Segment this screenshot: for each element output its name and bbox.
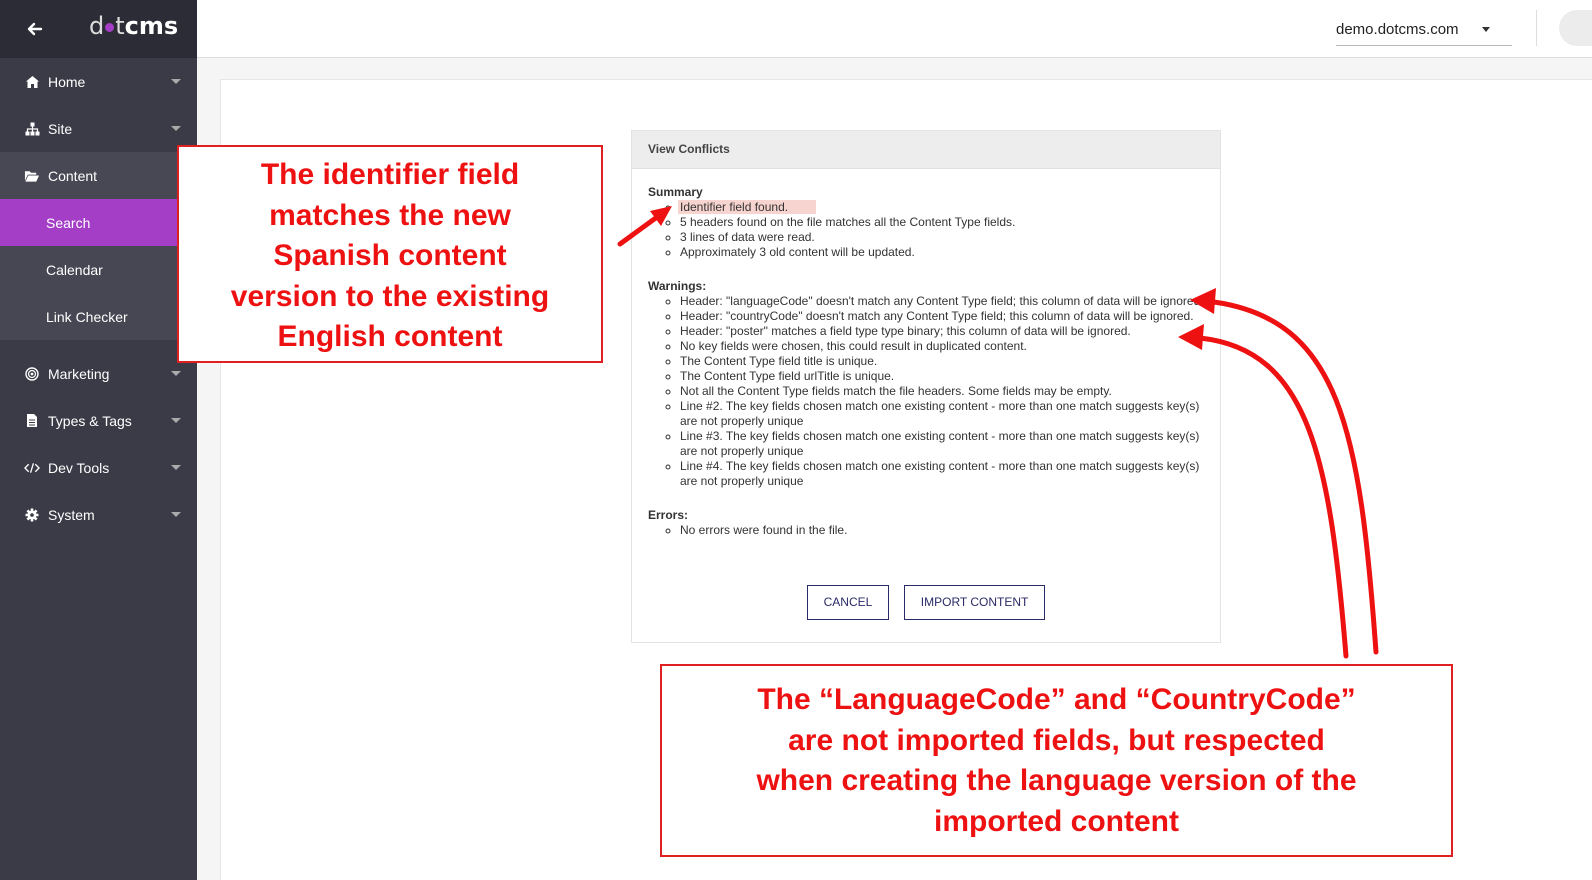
annotation-line: English content bbox=[277, 320, 503, 353]
sidebar-subitem-search[interactable]: Search bbox=[0, 199, 197, 246]
sidebar-item-site[interactable]: Site bbox=[0, 105, 197, 152]
view-conflicts-dialog: View Conflicts Summary Identifier field … bbox=[631, 130, 1221, 643]
sidebar-item-label: Site bbox=[48, 120, 73, 137]
sidebar-nav: Home Site Content Search Calendar Link C… bbox=[0, 58, 197, 538]
list-item: The Content Type field urlTitle is uniqu… bbox=[680, 369, 1204, 384]
gear-icon bbox=[24, 507, 40, 523]
chevron-down-icon bbox=[171, 371, 181, 376]
home-icon bbox=[24, 74, 40, 90]
sidebar-item-label: Content bbox=[48, 167, 98, 184]
errors-title: Errors: bbox=[648, 508, 689, 522]
sidebar-subitem-label: Calendar bbox=[46, 261, 103, 278]
folder-open-icon bbox=[24, 168, 40, 184]
sidebar-item-content[interactable]: Content bbox=[0, 152, 197, 199]
sidebar-header: d tcms bbox=[0, 0, 197, 58]
sidebar-item-label: Types & Tags bbox=[48, 412, 132, 429]
chevron-down-icon bbox=[171, 79, 181, 84]
sidebar-item-marketing[interactable]: Marketing bbox=[0, 350, 197, 397]
annotation-line: Spanish content bbox=[273, 239, 507, 272]
sidebar-item-system[interactable]: System bbox=[0, 491, 197, 538]
chevron-down-icon bbox=[171, 418, 181, 423]
list-item: 5 headers found on the file matches all … bbox=[680, 215, 1204, 230]
list-item: No errors were found in the file. bbox=[680, 523, 1204, 538]
arrow-left-icon[interactable] bbox=[26, 20, 44, 38]
sidebar-submenu-content: Search Calendar Link Checker bbox=[0, 199, 197, 340]
warnings-list: Header: "languageCode" doesn't match any… bbox=[648, 294, 1204, 489]
chevron-down-icon bbox=[1482, 27, 1490, 32]
list-item: Line #3. The key fields chosen match one… bbox=[680, 429, 1204, 459]
annotation-line: are not imported fields, but respected bbox=[788, 723, 1325, 757]
chevron-down-icon bbox=[171, 512, 181, 517]
sidebar-item-label: Dev Tools bbox=[48, 459, 110, 476]
site-selector-value: demo.dotcms.com bbox=[1336, 21, 1459, 38]
errors-list: No errors were found in the file. bbox=[648, 523, 1204, 538]
sidebar: dtcms Home Site Content Search Calendar bbox=[0, 0, 197, 880]
header-divider bbox=[1536, 10, 1537, 46]
summary-title: Summary bbox=[648, 185, 703, 199]
dialog-actions: CANCEL IMPORT CONTENT bbox=[632, 585, 1220, 620]
summary-list: Identifier field found. 5 headers found … bbox=[648, 200, 1204, 260]
annotation-callout-language-country: The “LanguageCode” and “CountryCode” are… bbox=[660, 664, 1453, 857]
list-item: Header: "poster" matches a field type ty… bbox=[680, 324, 1204, 339]
annotation-callout-identifier: The identifier field matches the new Spa… bbox=[177, 145, 603, 363]
list-item: 3 lines of data were read. bbox=[680, 230, 1204, 245]
sidebar-item-home[interactable]: Home bbox=[0, 58, 197, 105]
import-content-button[interactable]: IMPORT CONTENT bbox=[903, 585, 1046, 620]
warnings-title: Warnings: bbox=[648, 279, 707, 293]
list-item: The Content Type field title is unique. bbox=[680, 354, 1204, 369]
site-selector[interactable]: demo.dotcms.com bbox=[1336, 14, 1512, 46]
cancel-button[interactable]: CANCEL bbox=[806, 585, 890, 620]
code-icon bbox=[24, 460, 40, 476]
annotation-line: matches the new bbox=[269, 198, 511, 232]
highlighted-text: Identifier field found. bbox=[678, 200, 817, 214]
annotation-line: version to the existing bbox=[230, 279, 550, 313]
list-item: Not all the Content Type fields match th… bbox=[680, 384, 1204, 399]
top-bar: demo.dotcms.com bbox=[197, 0, 1592, 58]
dotcms-logo: d tcms bbox=[89, 12, 179, 40]
sidebar-item-label: Home bbox=[48, 73, 86, 90]
list-item: No key fields were chosen, this could re… bbox=[680, 339, 1204, 354]
sidebar-item-label: System bbox=[48, 506, 95, 523]
dialog-body: Summary Identifier field found. 5 header… bbox=[632, 169, 1220, 538]
list-item: Approximately 3 old content will be upda… bbox=[680, 245, 1204, 260]
sidebar-subitem-link-checker[interactable]: Link Checker bbox=[0, 293, 197, 340]
sitemap-icon bbox=[24, 121, 40, 137]
annotation-line: when creating the language version of th… bbox=[756, 764, 1357, 797]
list-item: Header: "languageCode" doesn't match any… bbox=[680, 294, 1204, 309]
sidebar-subitem-label: Search bbox=[46, 214, 91, 231]
annotation-line: imported content bbox=[934, 804, 1179, 838]
chevron-down-icon bbox=[171, 126, 181, 131]
list-item: Header: "countryCode" doesn't match any … bbox=[680, 309, 1204, 324]
sidebar-subitem-label: Link Checker bbox=[46, 308, 128, 325]
sidebar-item-dev-tools[interactable]: Dev Tools bbox=[0, 444, 197, 491]
list-item: Identifier field found. bbox=[678, 200, 1204, 215]
chevron-down-icon bbox=[171, 465, 181, 470]
sidebar-item-types-tags[interactable]: Types & Tags bbox=[0, 397, 197, 444]
dialog-title: View Conflicts bbox=[632, 131, 1220, 169]
avatar[interactable] bbox=[1559, 10, 1592, 46]
annotation-line: The identifier field bbox=[260, 158, 520, 191]
file-icon bbox=[24, 413, 40, 429]
annotation-line: The “LanguageCode” and “CountryCode” bbox=[757, 683, 1356, 716]
list-item: Line #4. The key fields chosen match one… bbox=[680, 459, 1204, 489]
list-item: Line #2. The key fields chosen match one… bbox=[680, 399, 1204, 429]
sidebar-subitem-calendar[interactable]: Calendar bbox=[0, 246, 197, 293]
sidebar-item-label: Marketing bbox=[48, 365, 110, 382]
bullseye-icon bbox=[24, 366, 40, 382]
